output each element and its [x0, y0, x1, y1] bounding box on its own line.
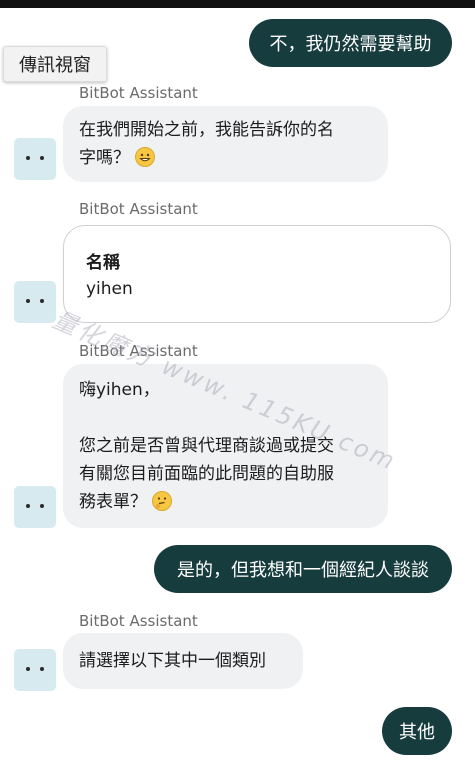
user-message-other: 其他: [382, 707, 452, 755]
avatar-eye: [26, 156, 30, 160]
bot-message-greeting-question: 嗨yihen， 您之前是否曾與代理商談過或提交 有關您目前面臨的此問題的自助服 …: [63, 364, 388, 528]
name-form-card: 名稱 yihen: [63, 225, 451, 323]
bot-avatar: [14, 138, 56, 180]
user-message-text: 不，我仍然需要幫助: [269, 34, 432, 55]
bot-message-text: 字嗎？: [79, 148, 130, 168]
user-message-talk-to-agent: 是的，但我想和一個經紀人談談: [154, 545, 452, 593]
avatar-eye: [26, 299, 30, 303]
bot-sender-name: BitBot Assistant: [79, 200, 198, 218]
avatar-eye: [40, 504, 44, 508]
bot-sender-name: BitBot Assistant: [79, 84, 198, 102]
messaging-window-tab[interactable]: 傳訊視窗: [3, 46, 107, 82]
name-field-label: 名稱: [86, 253, 120, 273]
avatar-eye: [40, 156, 44, 160]
avatar-eye: [40, 299, 44, 303]
bot-message-line: 在我們開始之前，我能告訴你的名: [79, 120, 334, 140]
user-message-still-need-help: 不，我仍然需要幫助: [249, 19, 452, 67]
avatar-eye: [40, 667, 44, 671]
bot-avatar: [14, 649, 56, 691]
grinning-face-icon: [135, 147, 156, 167]
top-bar: [0, 0, 475, 8]
bot-message-spacer: [79, 404, 372, 432]
bot-message-choose-category: 請選擇以下其中一個類別: [63, 633, 303, 689]
bot-message-line: 嗨yihen，: [79, 380, 160, 400]
bot-sender-name: BitBot Assistant: [79, 612, 198, 630]
bot-message-line: 請選擇以下其中一個類別: [79, 651, 266, 671]
user-message-text: 其他: [399, 722, 435, 743]
name-field-value: yihen: [86, 279, 133, 299]
bot-message-text: 務表單？: [79, 492, 147, 512]
thinking-face-icon: [152, 491, 173, 511]
bot-message-ask-name: 在我們開始之前，我能告訴你的名 字嗎？: [63, 106, 388, 182]
bot-message-line: 務表單？: [79, 488, 372, 516]
user-message-text: 是的，但我想和一個經紀人談談: [177, 560, 429, 581]
bot-sender-name: BitBot Assistant: [79, 342, 198, 360]
bot-message-line: 有關您目前面臨的此問題的自助服: [79, 464, 334, 484]
bot-avatar: [14, 486, 56, 528]
bot-avatar: [14, 281, 56, 323]
messaging-window-label: 傳訊視窗: [19, 55, 91, 76]
bot-message-line: 字嗎？: [79, 144, 372, 172]
avatar-eye: [26, 504, 30, 508]
bot-message-line: 您之前是否曾與代理商談過或提交: [79, 436, 334, 456]
avatar-eye: [26, 667, 30, 671]
